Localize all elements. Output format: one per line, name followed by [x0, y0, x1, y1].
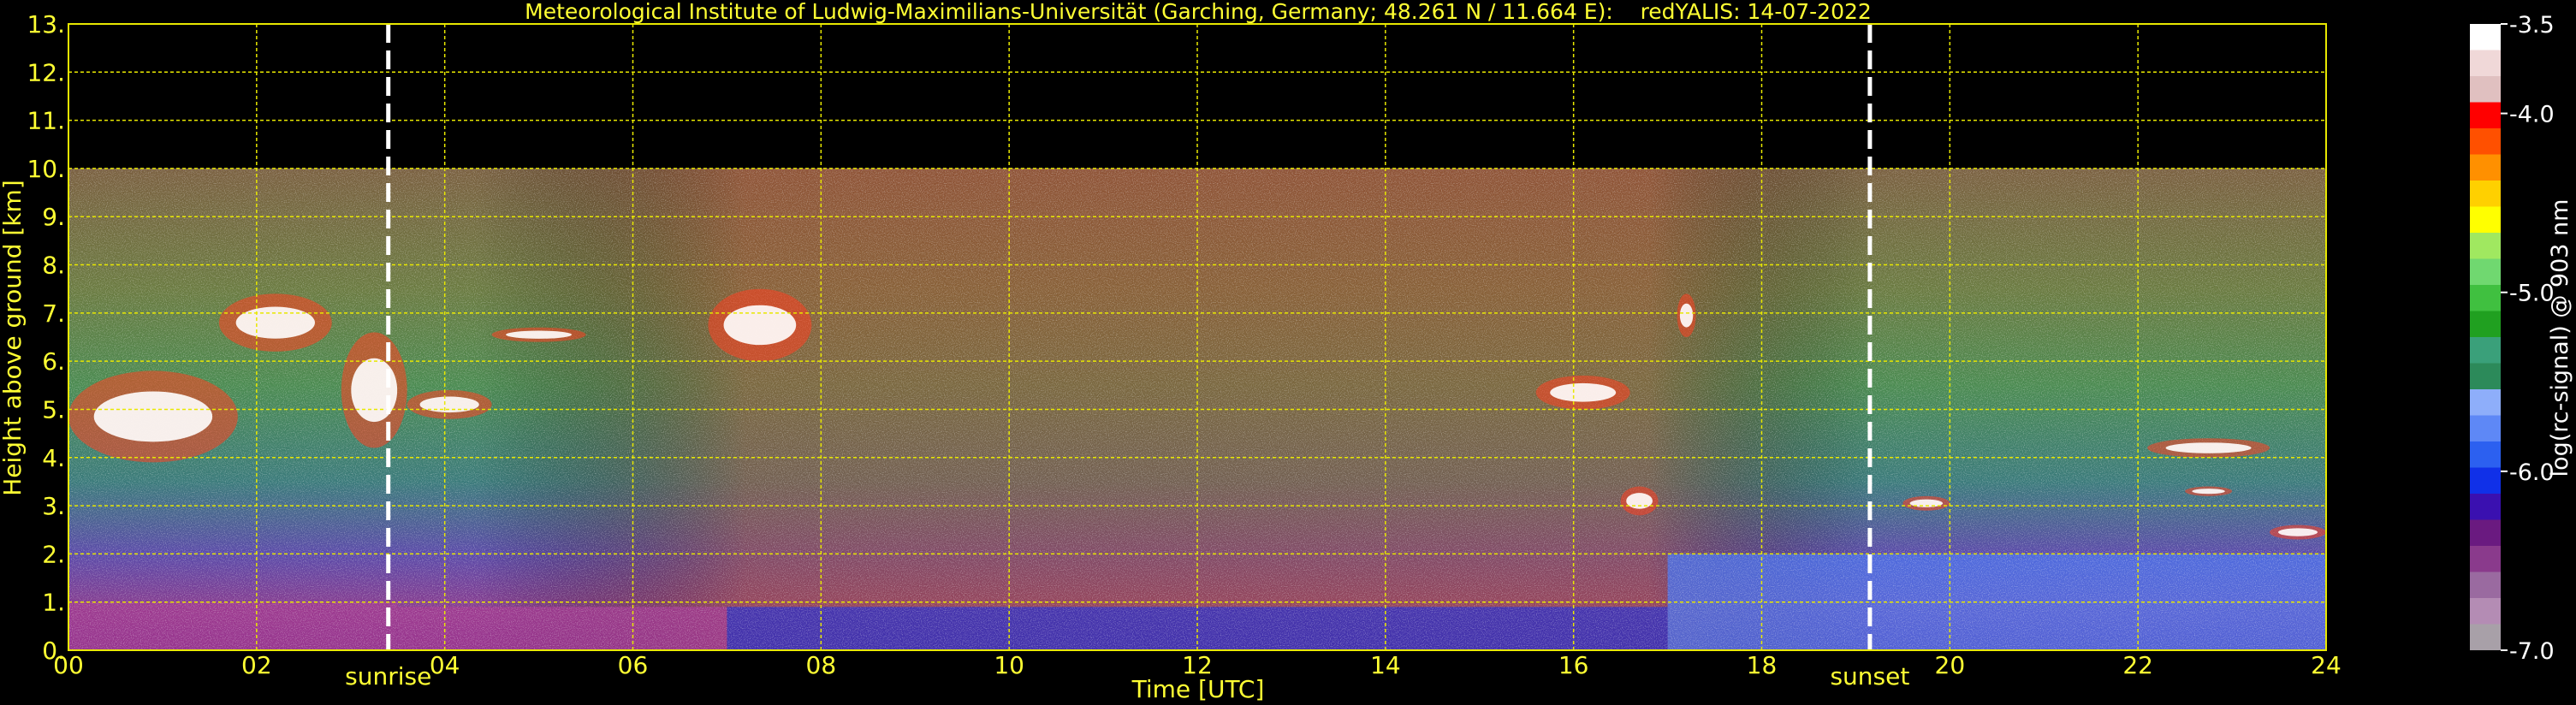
x-tick-label: 20 [1935, 651, 1966, 679]
x-tick-label: 06 [618, 651, 649, 679]
y-tick-label: 9. [42, 203, 65, 231]
y-tick-label: 7. [42, 299, 65, 328]
colorbar-scale [2470, 24, 2501, 650]
x-tick-label: 18 [1747, 651, 1778, 679]
cloud [1535, 376, 1630, 410]
colorbar-tick-label: -3.5 [2509, 12, 2555, 39]
y-axis-label: Height above ground [km] [0, 180, 27, 496]
x-tick-label: 22 [2122, 651, 2153, 679]
y-tick-label: 3. [42, 492, 65, 520]
x-tick-label: 10 [994, 651, 1024, 679]
lidar-figure: sunrise sunset 00 02 04 06 08 10 12 14 16 18 20 22 24… [0, 0, 2573, 703]
cloud [1677, 293, 1696, 337]
cloud [2185, 486, 2233, 496]
sunrise-label: sunrise [345, 662, 431, 690]
y-tick-label: 11. [27, 107, 65, 135]
y-tick-label: 5. [42, 395, 65, 424]
cloud [1620, 486, 1659, 516]
y-tick-label: 6. [42, 347, 65, 376]
x-tick-label: 16 [1558, 651, 1589, 679]
colorbar-tick-label: -4.0 [2509, 102, 2555, 128]
y-tick-label: 4. [42, 444, 65, 472]
cloud [341, 332, 407, 448]
y-tick-label: 2. [42, 540, 65, 568]
colorbar-label: log(rc-signal) @ 903 nm [2547, 199, 2573, 477]
colorbar: -3.5-4.0-5.0-6.0-7.0 log(rc-signal) @ 90… [2470, 12, 2573, 665]
x-tick-label: 14 [1370, 651, 1401, 679]
chart-title: Meteorological Institute of Ludwig-Maxim… [525, 0, 1872, 24]
x-tick-label: 24 [2311, 651, 2342, 679]
colorbar-tick-label: -7.0 [2509, 638, 2555, 665]
y-tick-label: 0. [42, 637, 65, 665]
cloud [68, 370, 238, 463]
x-tick-label: 02 [241, 651, 272, 679]
y-tick-label: 1. [42, 589, 65, 617]
cloud [1902, 495, 1950, 511]
y-tick-label: 13. [27, 10, 65, 39]
y-tick-label: 8. [42, 252, 65, 280]
cloud [218, 293, 332, 352]
cloud [2147, 438, 2270, 458]
x-tick-label: 08 [806, 651, 837, 679]
x-axis-label: Time [UTC] [1131, 675, 1265, 703]
cloud [2270, 524, 2326, 540]
x-tick-label: 04 [430, 651, 460, 679]
y-tick-label: 10. [27, 155, 65, 183]
sunset-label: sunset [1830, 662, 1909, 690]
cloud [491, 327, 586, 342]
cloud [407, 389, 492, 419]
y-tick-label: 12. [27, 58, 65, 86]
cloud [708, 288, 812, 362]
